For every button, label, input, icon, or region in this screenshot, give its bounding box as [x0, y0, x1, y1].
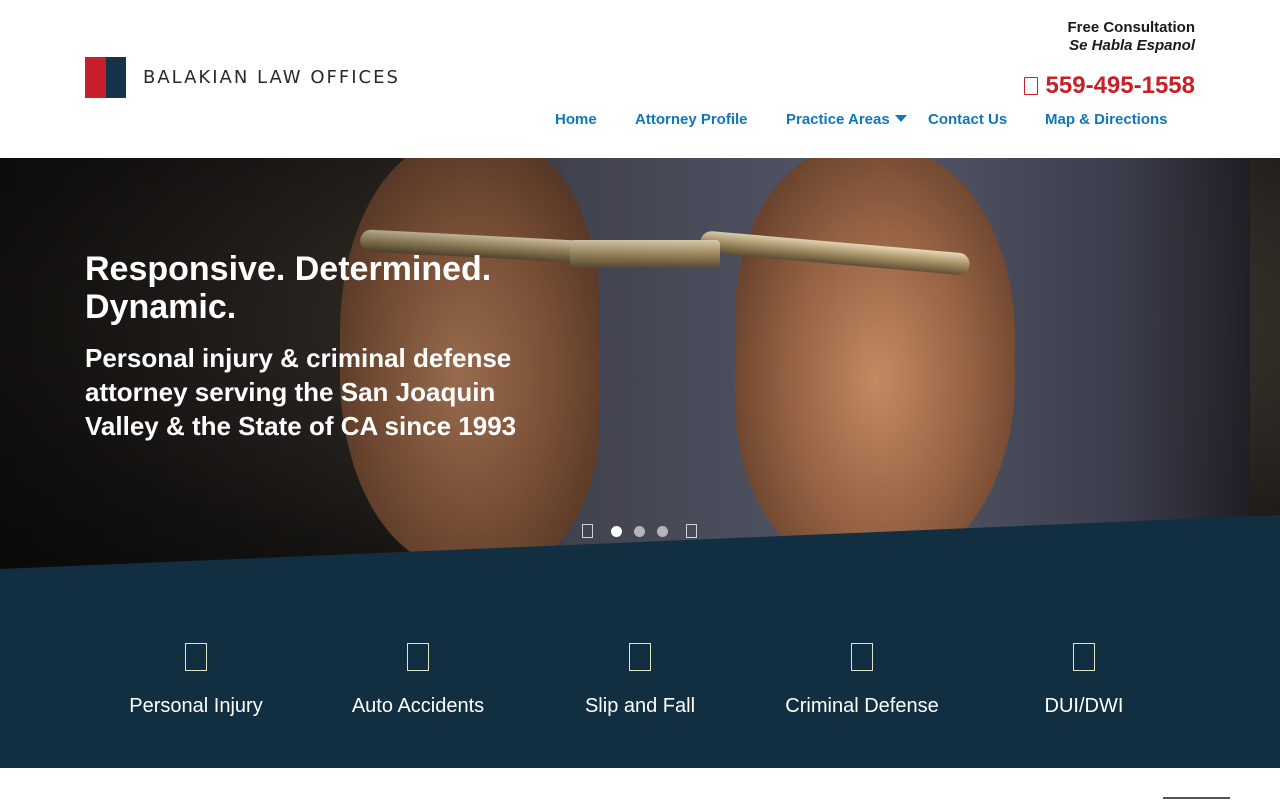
nav-practice-areas-label: Practice Areas	[786, 111, 890, 128]
nav-practice-areas[interactable]: Practice Areas	[786, 111, 907, 128]
slip-and-fall-icon	[629, 643, 651, 671]
chevron-down-icon	[894, 114, 907, 122]
practice-area-label: Criminal Defense	[785, 695, 939, 717]
consultation-block: Free Consultation Se Habla Espanol	[1067, 19, 1195, 55]
nav-home[interactable]: Home	[555, 111, 597, 128]
logo-mark-icon	[85, 57, 126, 98]
phone-link[interactable]: 559-495-1558	[1023, 72, 1195, 100]
practice-areas-band: Personal Injury Auto Accidents Slip and …	[0, 569, 1280, 768]
main-nav: Home Attorney Profile Practice Areas Con…	[0, 111, 1280, 131]
logo-text: Balakian Law Offices	[143, 67, 400, 88]
practice-area-label: DUI/DWI	[1044, 695, 1124, 717]
divider	[1163, 797, 1230, 799]
hero-diagonal-edge	[0, 515, 1280, 569]
se-habla-espanol-text: Se Habla Espanol	[1069, 37, 1195, 54]
nav-attorney-profile[interactable]: Attorney Profile	[635, 111, 748, 128]
logo[interactable]: Balakian Law Offices	[85, 57, 400, 98]
criminal-defense-icon	[851, 643, 873, 671]
nav-map-directions[interactable]: Map & Directions	[1045, 111, 1168, 128]
personal-injury-icon	[185, 643, 207, 671]
auto-accidents-icon	[407, 643, 429, 671]
phone-icon	[1023, 77, 1038, 95]
phone-number: 559-495-1558	[1045, 72, 1195, 99]
nav-contact-us[interactable]: Contact Us	[928, 111, 1007, 128]
practice-area-label: Personal Injury	[129, 695, 263, 717]
site-header: Balakian Law Offices Free Consultation S…	[0, 0, 1280, 158]
hero-slider: Responsive. Determined. Dynamic. Persona…	[0, 158, 1280, 569]
dui-dwi-icon	[1073, 643, 1095, 671]
practice-area-label: Slip and Fall	[584, 695, 696, 717]
practice-area-label: Auto Accidents	[351, 695, 485, 717]
free-consultation-text: Free Consultation	[1067, 19, 1195, 36]
